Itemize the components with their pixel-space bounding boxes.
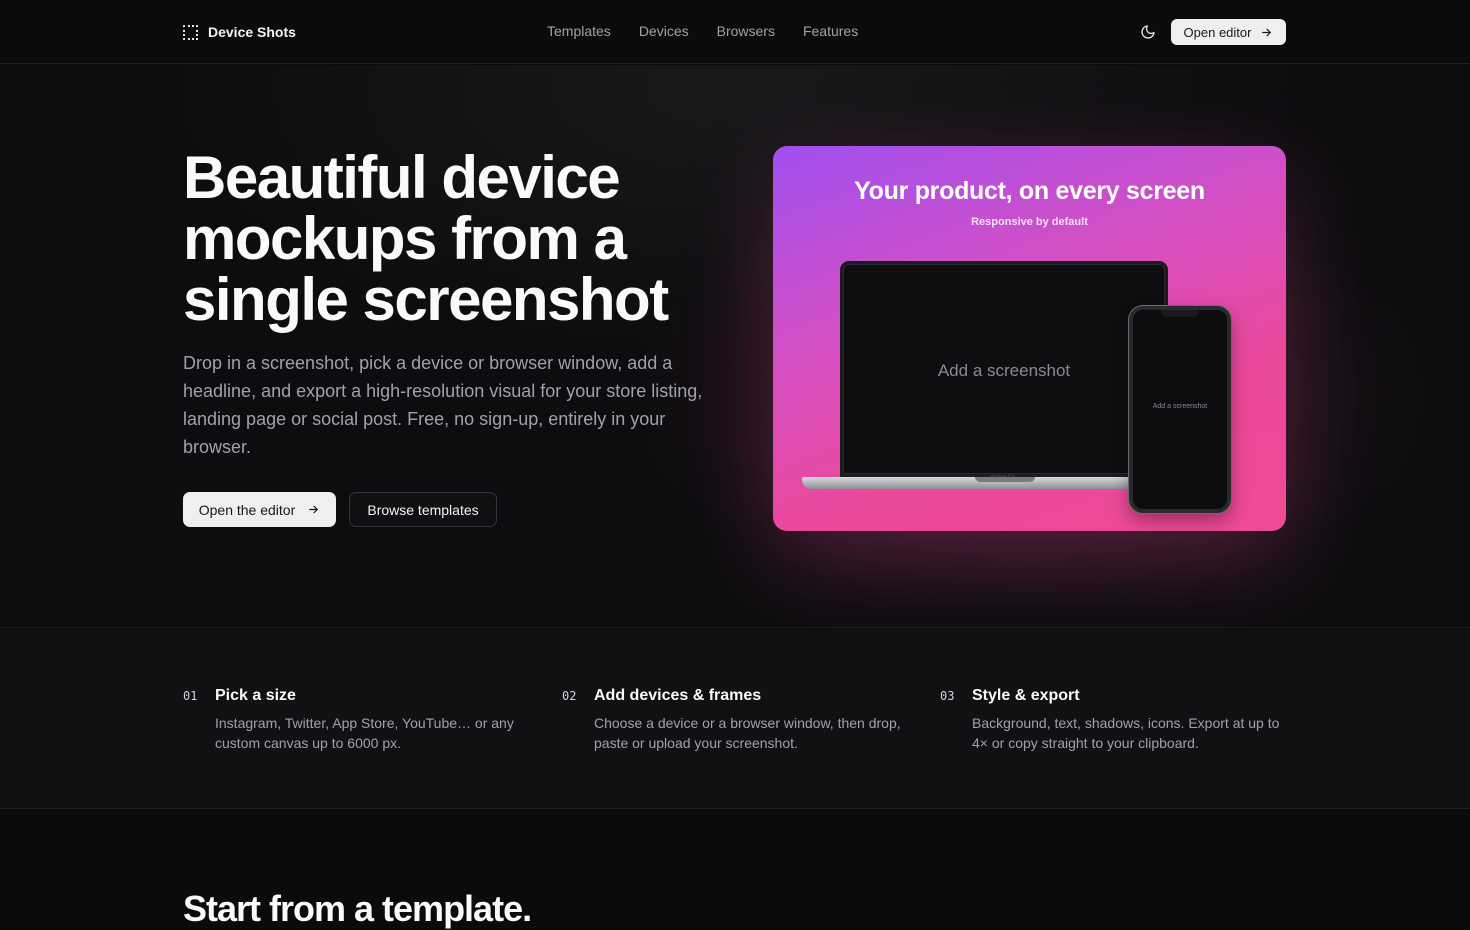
- hero-title: Beautiful device mockups from a single s…: [183, 144, 669, 333]
- brand-logo[interactable]: Device Shots: [183, 23, 296, 41]
- phone-notch: [1161, 310, 1199, 317]
- mockup-subtitle: Responsive by default: [971, 216, 1088, 228]
- arrow-right-icon: [1262, 28, 1272, 36]
- feature-number: 02: [562, 689, 577, 703]
- moon-icon: [1141, 25, 1155, 39]
- open-the-editor-label: Open the editor: [198, 501, 296, 518]
- feature-description: Instagram, Twitter, App Store, YouTube… …: [215, 715, 514, 751]
- mockup-title: Your product, on every screen: [854, 177, 1205, 205]
- features-section: 01 Pick a size Instagram, Twitter, App S…: [0, 629, 1470, 809]
- top-navbar: Device Shots Templates Devices Browsers …: [0, 0, 1470, 64]
- arrow-right-icon: [309, 505, 319, 514]
- nav-link-templates[interactable]: Templates: [547, 23, 611, 39]
- nav-link-devices[interactable]: Devices: [639, 23, 689, 39]
- open-the-editor-button[interactable]: Open the editor: [183, 492, 336, 527]
- phone-frame: Add a screenshot: [1129, 306, 1231, 513]
- feature-description: Choose a device or a browser window, the…: [594, 715, 901, 751]
- feature-number: 03: [940, 689, 955, 703]
- dotted-square-icon: [183, 24, 198, 40]
- feature-title: Add devices & frames: [594, 687, 762, 704]
- open-editor-label: Open editor: [1183, 24, 1252, 40]
- phone-placeholder-text: Add a screenshot: [1152, 403, 1208, 410]
- nav-link-features[interactable]: Features: [803, 23, 858, 39]
- nav-link-browsers[interactable]: Browsers: [717, 23, 775, 39]
- main-nav: Templates Devices Browsers Features: [547, 23, 858, 39]
- browse-templates-button[interactable]: Browse templates: [349, 492, 497, 527]
- feature-number: 01: [183, 689, 198, 703]
- laptop-placeholder-text: Add a screenshot: [937, 361, 1071, 380]
- feature-title: Style & export: [972, 687, 1080, 704]
- templates-title: Start from a template.: [183, 888, 532, 929]
- brand-name: Device Shots: [208, 24, 296, 40]
- feature-title: Pick a size: [215, 687, 296, 704]
- templates-section: Start from a template.: [0, 810, 1470, 929]
- laptop-screen: Add a screenshot: [840, 261, 1168, 477]
- feature-description: Background, text, shadows, icons. Export…: [972, 715, 1280, 751]
- theme-toggle-button[interactable]: [1136, 20, 1160, 44]
- browse-templates-label: Browse templates: [367, 501, 479, 518]
- open-editor-button[interactable]: Open editor: [1171, 19, 1286, 45]
- hero-description: Drop in a screenshot, pick a device or b…: [183, 353, 703, 457]
- mockup-preview-card: Your product, on every screen Responsive…: [773, 146, 1286, 531]
- hero-section: Beautiful device mockups from a single s…: [0, 65, 1470, 628]
